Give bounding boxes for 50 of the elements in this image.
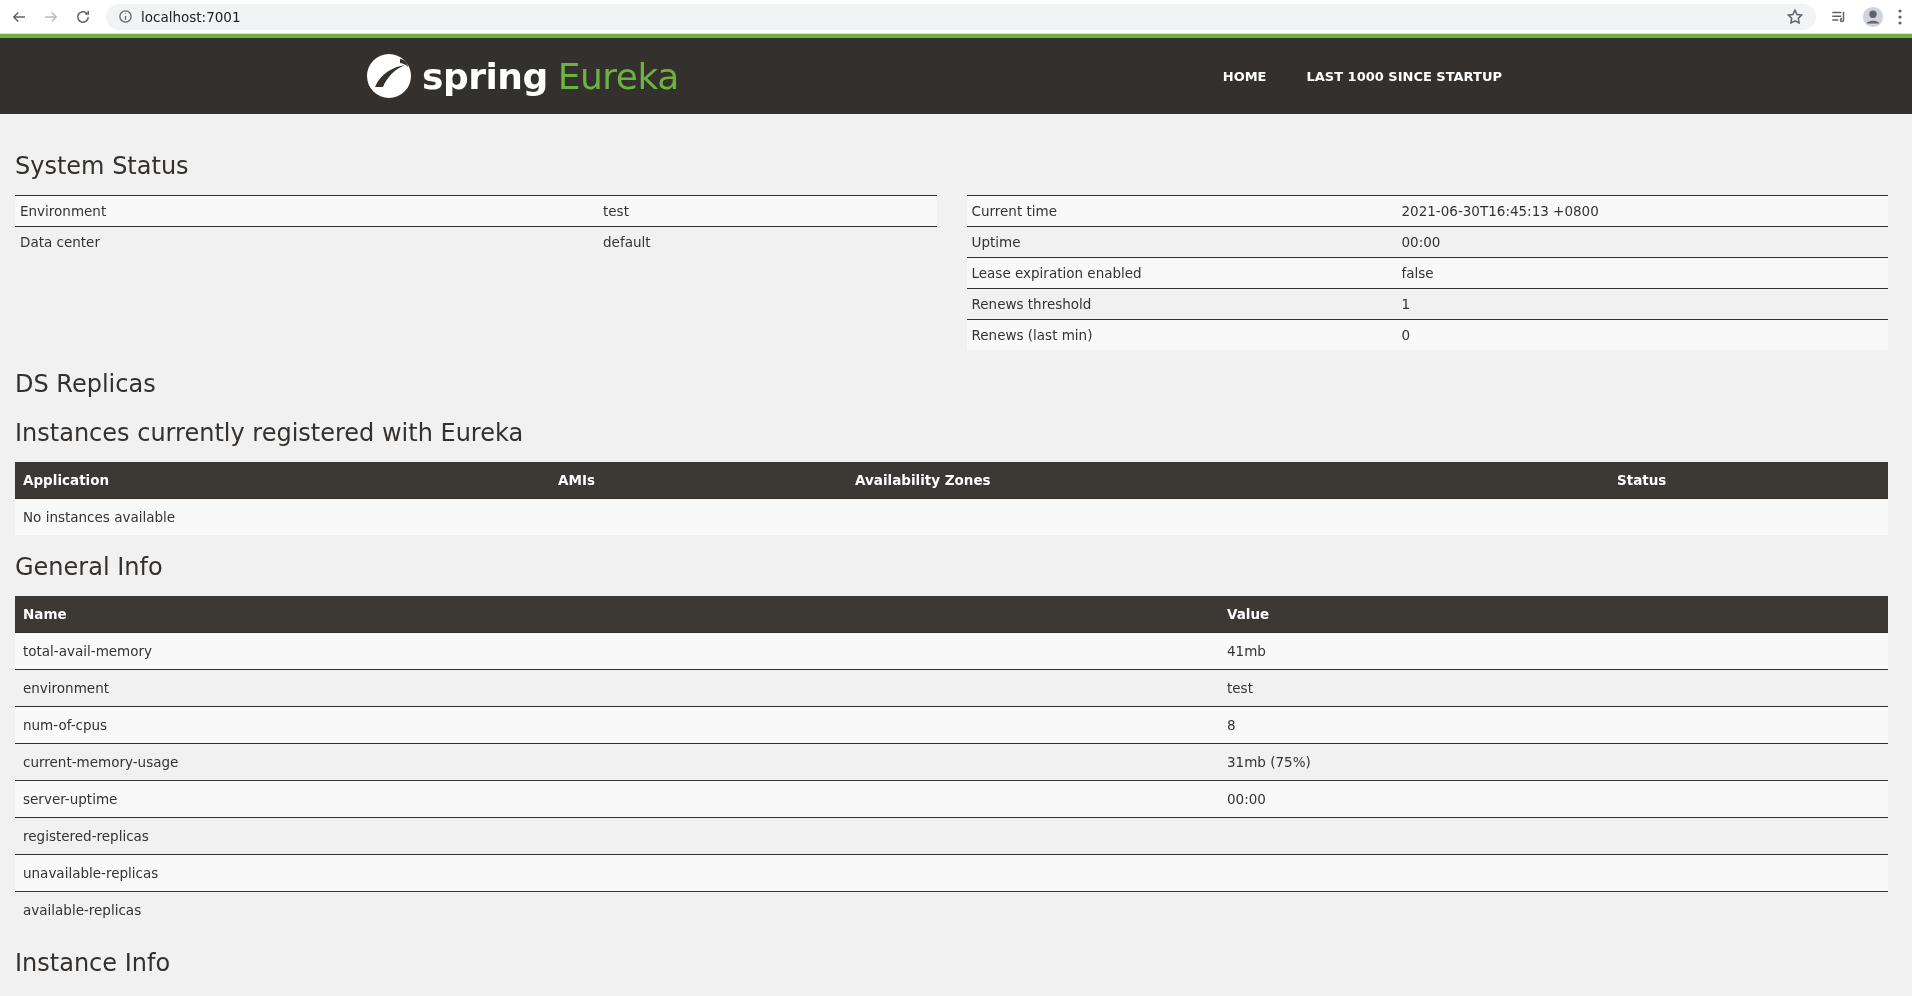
table-cell: unavailable-replicas bbox=[23, 865, 159, 882]
table-cell: 31mb (75%) bbox=[1227, 754, 1311, 771]
table-cell: 00:00 bbox=[1227, 791, 1266, 808]
table-cell: 1 bbox=[1401, 295, 1411, 312]
section-heading: DS Replicas bbox=[15, 370, 157, 400]
table-cell: 8 bbox=[1227, 717, 1236, 734]
column-header: AMIs bbox=[558, 472, 595, 489]
column-header: Status bbox=[1617, 472, 1667, 489]
table-cell: num-of-cpus bbox=[23, 717, 108, 734]
column-header: Availability Zones bbox=[855, 472, 991, 489]
table-cell: false bbox=[1401, 264, 1434, 281]
table-cell: test bbox=[603, 202, 629, 219]
leaf-logo-icon bbox=[366, 53, 412, 99]
table-cell: server-uptime bbox=[23, 791, 118, 808]
table-cell: registered-replicas bbox=[23, 828, 149, 845]
table-cell: 2021-06-30T16:45:13 +0800 bbox=[1401, 202, 1599, 219]
section-heading: System Status bbox=[15, 152, 190, 181]
table-cell: Environment bbox=[20, 202, 107, 219]
profile-icon[interactable] bbox=[1862, 5, 1884, 28]
address-bar[interactable]: localhost:7001 bbox=[106, 3, 1816, 30]
table-cell: environment bbox=[23, 680, 109, 697]
table-cell: test bbox=[1227, 680, 1253, 697]
table-cell: current-memory-usage bbox=[23, 754, 179, 771]
table-cell: available-replicas bbox=[23, 902, 142, 919]
column-header: Name bbox=[23, 605, 67, 622]
table-cell: Lease expiration enabled bbox=[971, 264, 1142, 281]
table-cell: Renews (last min) bbox=[971, 327, 1093, 344]
menu-icon[interactable] bbox=[1898, 8, 1902, 25]
brand-name: spring bbox=[422, 55, 548, 97]
table-cell: Uptime bbox=[971, 233, 1021, 250]
section-heading: Instance Info bbox=[15, 948, 172, 978]
empty-message: No instances available bbox=[23, 509, 176, 526]
column-header: Value bbox=[1227, 605, 1270, 622]
table-cell: 41mb bbox=[1227, 643, 1266, 660]
product-name: Eureka bbox=[557, 55, 679, 97]
table-cell: default bbox=[603, 234, 651, 251]
section-heading: Instances currently registered with Eureka bbox=[15, 419, 525, 448]
table-cell: Data center bbox=[20, 234, 100, 251]
star-icon[interactable] bbox=[1786, 7, 1804, 26]
url-text: localhost:7001 bbox=[141, 8, 241, 25]
table-cell: 00:00 bbox=[1401, 233, 1441, 250]
section-heading: General Info bbox=[15, 552, 164, 582]
table-cell: 0 bbox=[1401, 327, 1411, 344]
table-cell: Current time bbox=[971, 202, 1057, 219]
table-cell: total-avail-memory bbox=[23, 643, 153, 660]
nav-link[interactable]: HOME bbox=[1222, 68, 1267, 84]
info-icon bbox=[118, 9, 133, 24]
nav-link[interactable]: LAST 1000 SINCE STARTUP bbox=[1306, 68, 1502, 84]
column-header: Application bbox=[23, 472, 110, 489]
table-cell: Renews threshold bbox=[971, 295, 1092, 312]
